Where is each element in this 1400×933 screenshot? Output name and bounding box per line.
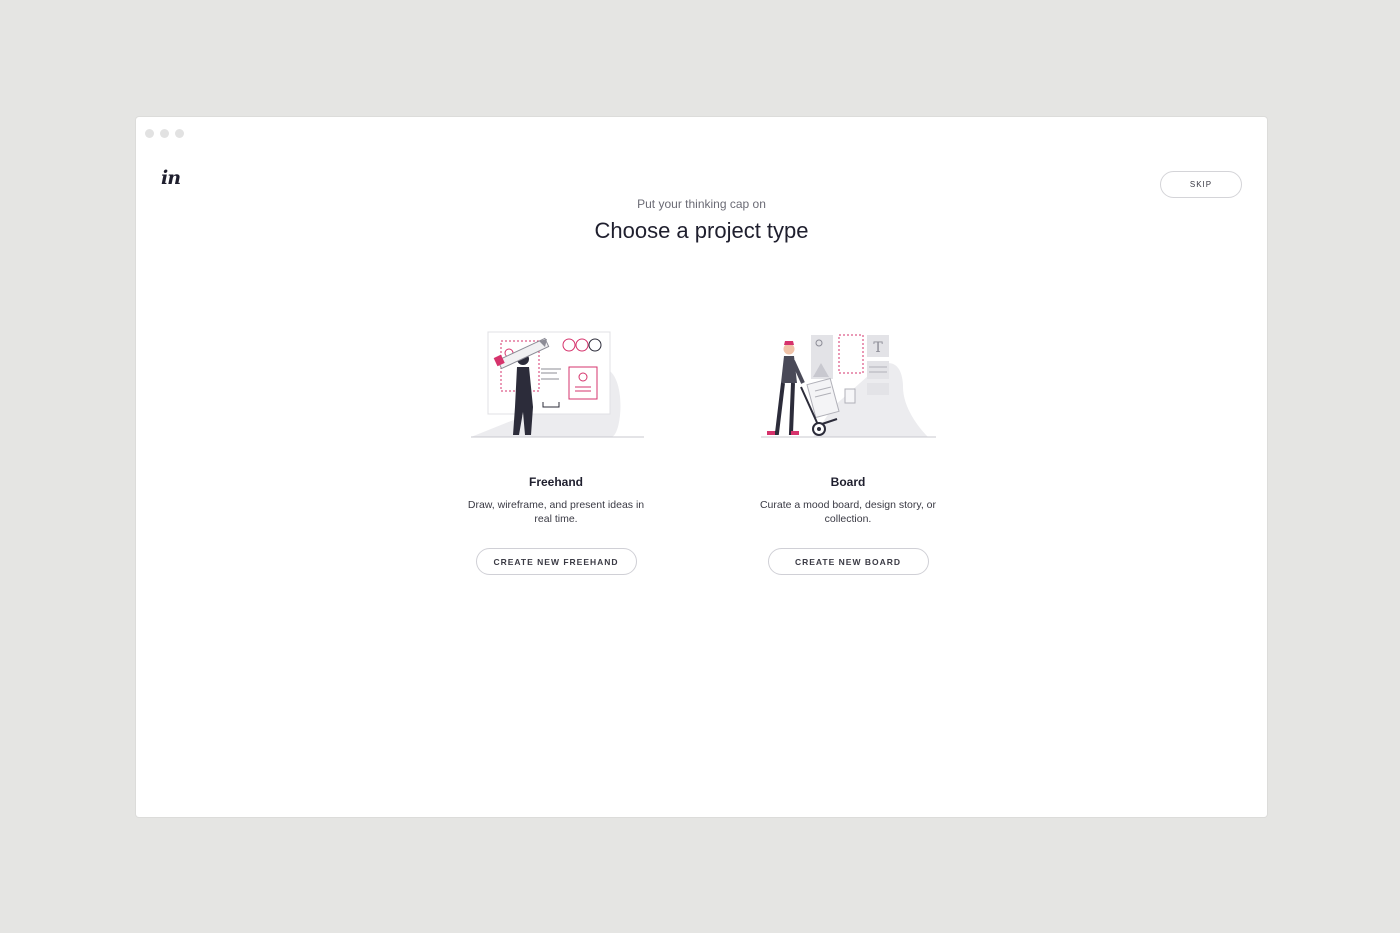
window-controls	[145, 129, 184, 138]
page-subtitle: Put your thinking cap on	[637, 197, 766, 211]
invision-logo[interactable]: in	[161, 167, 181, 189]
app-window: in SKIP Put your thinking cap on Choose …	[136, 117, 1267, 817]
window-maximize-dot[interactable]	[175, 129, 184, 138]
svg-text:T: T	[873, 340, 883, 356]
board-illustration: T	[761, 334, 936, 438]
create-freehand-button[interactable]: CREATE NEW FREEHAND	[475, 548, 637, 575]
board-description: Curate a mood board, design story, or co…	[759, 499, 937, 525]
freehand-illustration	[471, 331, 644, 438]
page-title: Choose a project type	[594, 218, 809, 243]
board-card: T Board Curate a mood board, design stor…	[753, 327, 943, 575]
create-board-button[interactable]: CREATE NEW BOARD	[767, 548, 929, 575]
board-title: Board	[830, 475, 866, 489]
skip-button[interactable]: SKIP	[1160, 171, 1242, 198]
window-minimize-dot[interactable]	[160, 129, 169, 138]
freehand-title: Freehand	[528, 475, 583, 489]
window-close-dot[interactable]	[145, 129, 154, 138]
freehand-description: Draw, wireframe, and present ideas in re…	[467, 499, 645, 525]
freehand-card: Freehand Draw, wireframe, and present id…	[461, 327, 651, 575]
